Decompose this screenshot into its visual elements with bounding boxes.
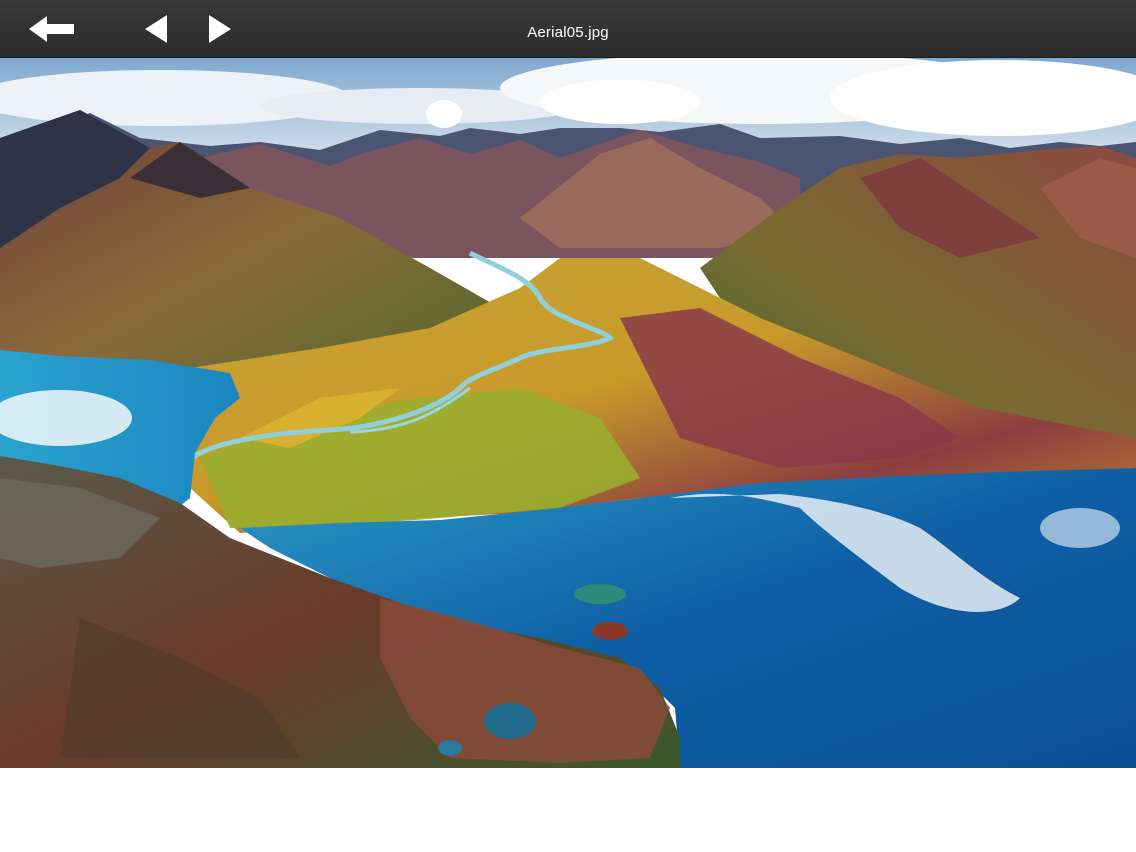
- aerial-photo[interactable]: [0, 58, 1136, 768]
- image-title: Aerial05.jpg: [527, 24, 609, 41]
- viewer-toolbar: Aerial05.jpg: [0, 0, 1136, 58]
- blank-bottom-area: [0, 768, 1136, 852]
